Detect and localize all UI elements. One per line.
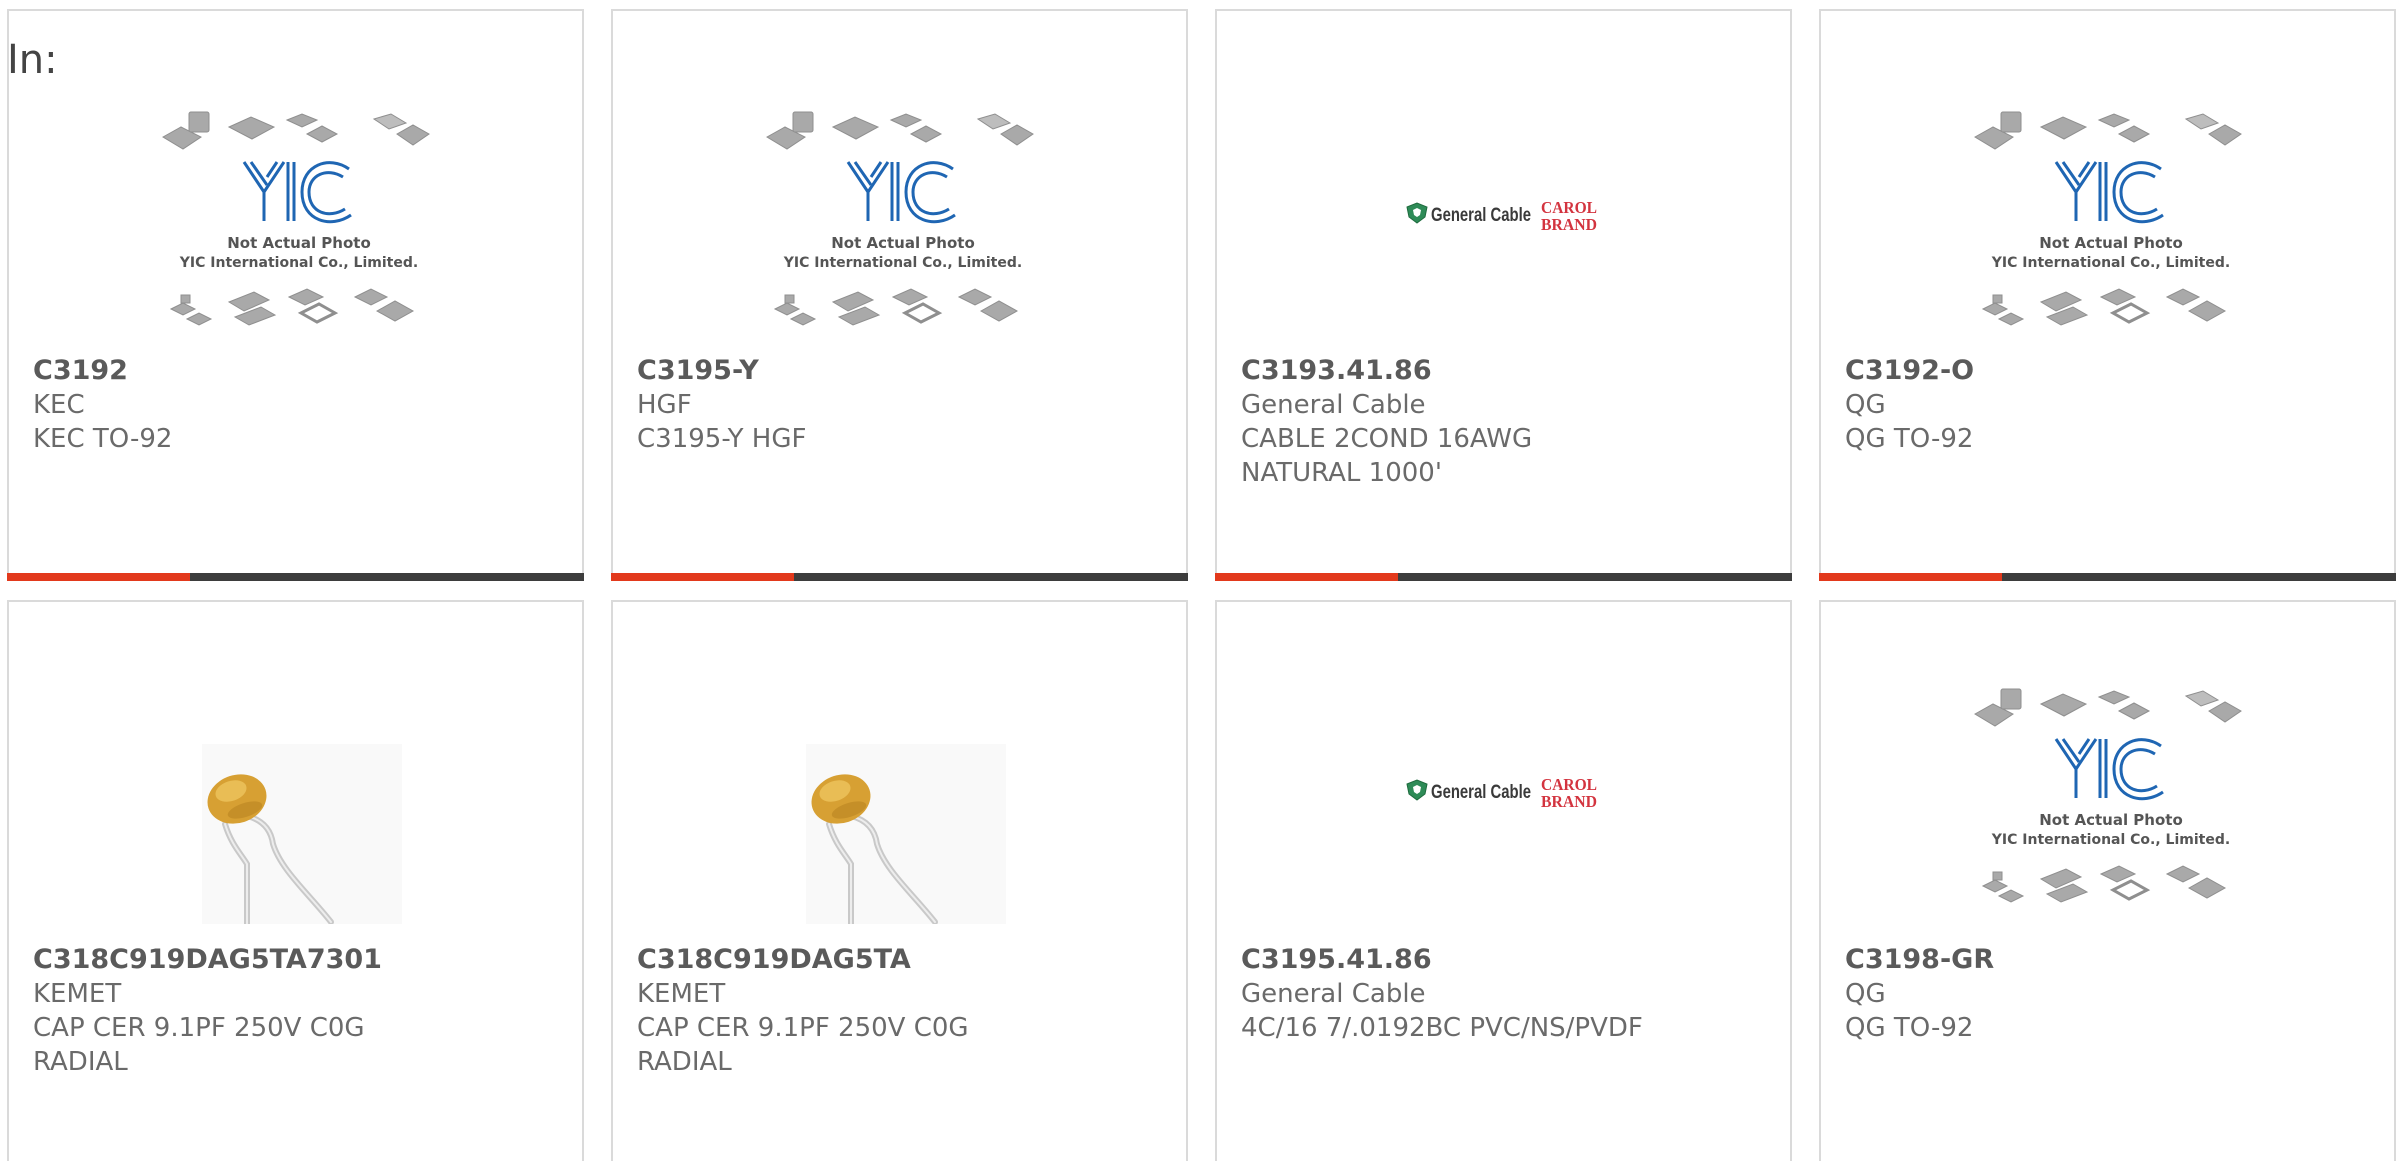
image-caption-2: YIC International Co., Limited. [1991,832,2230,848]
manufacturer-label: QG [1845,390,1886,420]
image-caption-2: YIC International Co., Limited. [783,255,1022,271]
general-cable-logo-text: General Cable [1431,782,1531,803]
general-cable-logo-image: General Cable CAROL BRAND [1406,198,1597,234]
card-bottom-bar [1215,573,1792,581]
ceramic-capacitor-image [806,744,1006,924]
general-cable-logo-image: General Cable CAROL BRAND [1406,775,1597,811]
image-caption-1: Not Actual Photo [2039,811,2183,829]
manufacturer-label: General Cable [1241,390,1426,420]
card-bottom-bar [7,573,584,581]
brand-logo-text: BRAND [1541,215,1597,234]
product-info: C3193.41.86 General Cable CABLE 2COND 16… [1241,354,1766,490]
part-number-link[interactable]: C3192-O [1845,354,2370,388]
image-caption-1: Not Actual Photo [831,234,975,252]
description-label: CABLE 2COND 16AWG NATURAL 1000' [1241,424,1533,488]
product-info: C3195-Y HGF C3195-Y HGF [637,354,1162,456]
product-info: C3192 KEC KEC TO-92 [33,354,558,456]
product-info: C3192-O QG QG TO-92 [1845,354,2370,456]
description-label: KEC TO-92 [33,424,173,454]
product-card[interactable]: C318C919DAG5TA KEMET CAP CER 9.1PF 250V … [611,600,1188,1161]
product-card[interactable]: Not Actual Photo YIC International Co., … [7,9,584,581]
card-accent-bar [1215,573,1398,581]
product-card[interactable]: General Cable CAROL BRAND C3195.41.86 Ge… [1215,600,1792,1161]
product-info: C318C919DAG5TA7301 KEMET CAP CER 9.1PF 2… [33,943,558,1079]
product-info: C3198-GR QG QG TO-92 [1845,943,2370,1045]
card-bottom-bar [1819,573,2396,581]
product-card[interactable]: Not Actual Photo YIC International Co., … [1819,600,2396,1161]
part-number-link[interactable]: C318C919DAG5TA7301 [33,943,558,977]
product-card[interactable]: General Cable CAROL BRAND C3193.41.86 Ge… [1215,9,1792,581]
general-cable-logo-text: General Cable [1431,205,1531,226]
product-grid: Not Actual Photo YIC International Co., … [0,0,2400,1161]
product-card[interactable]: Not Actual Photo YIC International Co., … [1819,9,2396,581]
part-number-link[interactable]: C318C919DAG5TA [637,943,1162,977]
description-label: QG TO-92 [1845,1013,1974,1043]
description-label: CAP CER 9.1PF 250V C0G RADIAL [637,1013,969,1077]
card-accent-bar [611,573,794,581]
description-label: 4C/16 7/.0192BC PVC/NS/PVDF [1241,1013,1643,1043]
manufacturer-label: KEC [33,390,85,420]
card-accent-bar [7,573,190,581]
manufacturer-label: HGF [637,390,692,420]
yic-placeholder-image: Not Actual Photo YIC International Co., … [162,111,430,326]
product-info: C3195.41.86 General Cable 4C/16 7/.0192B… [1241,943,1766,1045]
manufacturer-label: KEMET [637,979,726,1009]
product-results-page: Not Actual Photo YIC International Co., … [0,0,2400,1161]
part-number-link[interactable]: C3192 [33,354,558,388]
description-label: CAP CER 9.1PF 250V C0G RADIAL [33,1013,365,1077]
card-accent-bar [1819,573,2002,581]
manufacturer-label: General Cable [1241,979,1426,1009]
yic-placeholder-image: Not Actual Photo YIC International Co., … [1974,111,2242,326]
yic-placeholder-image: Not Actual Photo YIC International Co., … [1974,688,2242,903]
yic-placeholder-image: Not Actual Photo YIC International Co., … [766,111,1034,326]
image-caption-2: YIC International Co., Limited. [1991,255,2230,271]
image-caption-2: YIC International Co., Limited. [179,255,418,271]
description-label: QG TO-92 [1845,424,1974,454]
part-number-link[interactable]: C3195.41.86 [1241,943,1766,977]
section-label: In: [7,37,58,83]
product-card[interactable]: C318C919DAG5TA7301 KEMET CAP CER 9.1PF 2… [7,600,584,1161]
product-info: C318C919DAG5TA KEMET CAP CER 9.1PF 250V … [637,943,1162,1079]
manufacturer-label: QG [1845,979,1886,1009]
part-number-link[interactable]: C3195-Y [637,354,1162,388]
manufacturer-label: KEMET [33,979,122,1009]
description-label: C3195-Y HGF [637,424,807,454]
product-card[interactable]: Not Actual Photo YIC International Co., … [611,9,1188,581]
part-number-link[interactable]: C3198-GR [1845,943,2370,977]
image-caption-1: Not Actual Photo [2039,234,2183,252]
part-number-link[interactable]: C3193.41.86 [1241,354,1766,388]
image-caption-1: Not Actual Photo [227,234,371,252]
card-bottom-bar [611,573,1188,581]
brand-logo-text: BRAND [1541,792,1597,811]
ceramic-capacitor-image [202,744,402,924]
